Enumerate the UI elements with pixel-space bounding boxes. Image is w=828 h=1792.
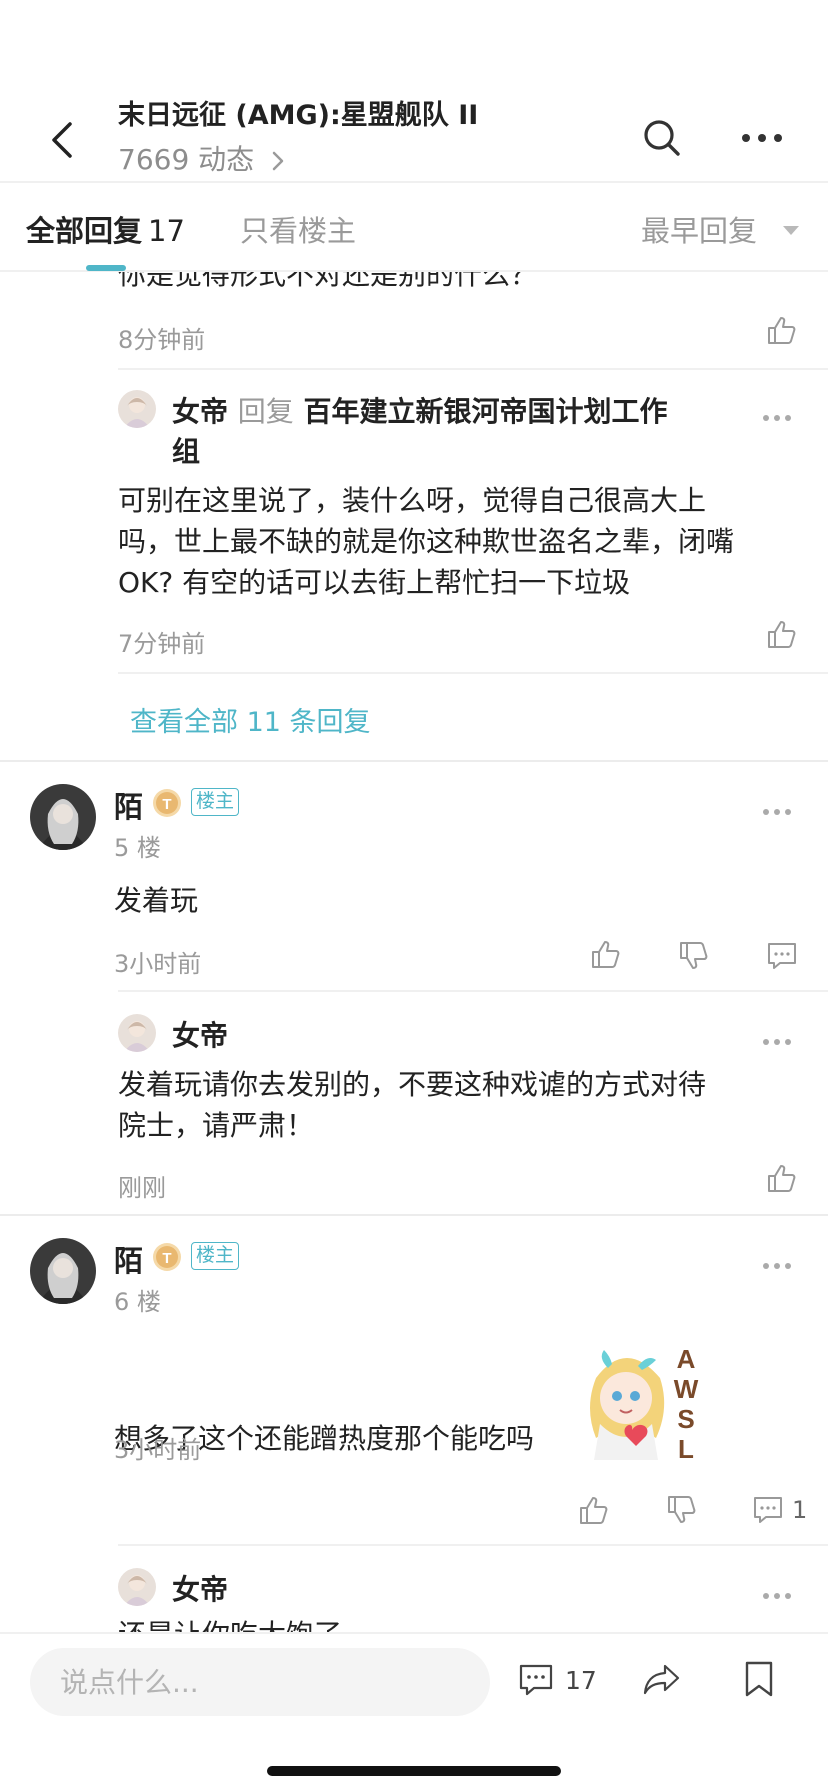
level-badge-icon: T — [153, 1243, 181, 1271]
forum-title[interactable]: 末日远征 (AMG):星盟舰队 II — [118, 93, 478, 132]
comment-icon[interactable] — [518, 1662, 554, 1698]
chevron-right-icon — [272, 151, 284, 171]
comment-icon[interactable] — [752, 1494, 784, 1526]
more-options-icon[interactable] — [740, 128, 784, 148]
reply-divider — [118, 990, 828, 992]
like-icon[interactable] — [766, 314, 798, 346]
tab-all-count: 17 — [148, 214, 185, 248]
post-divider — [0, 760, 828, 762]
owner-badge: 楼主 — [191, 1242, 240, 1270]
avatar[interactable] — [118, 1014, 156, 1052]
partial-reply-text: 你是觉得形式不对还是别的什么？ — [118, 272, 539, 291]
nav-divider — [0, 181, 828, 183]
reply-text-line: 吗，世上最不缺的就是你这种欺世盗名之辈，闭嘴 — [118, 525, 735, 558]
like-icon[interactable] — [766, 1162, 798, 1194]
reply-author[interactable]: 女帝 — [172, 395, 228, 428]
tab-all-replies[interactable]: 全部回复 17 — [26, 208, 185, 250]
reply-divider — [118, 672, 828, 674]
level-badge-icon: T — [153, 789, 181, 817]
reply-text-line: 院士，请严肃！ — [118, 1109, 315, 1142]
reply-text-line: 还是让你吃太饱了 — [118, 1614, 342, 1632]
active-tab-indicator — [86, 265, 126, 271]
more-options-icon[interactable] — [762, 1262, 792, 1270]
comment-icon[interactable] — [766, 940, 798, 972]
avatar[interactable] — [30, 1238, 96, 1304]
reply-divider — [118, 1544, 828, 1546]
like-icon[interactable] — [578, 1494, 610, 1526]
svg-text:T: T — [162, 796, 171, 813]
reply-time: 刚刚 — [118, 1174, 166, 1202]
sticker-text: A — [677, 1344, 696, 1374]
awsl-sticker[interactable]: A W S L — [574, 1338, 704, 1468]
dislike-icon[interactable] — [666, 1494, 698, 1526]
post-time: 3小时前 — [114, 1436, 202, 1464]
post-author[interactable]: 陌 — [114, 784, 143, 826]
comment-list: 你是觉得形式不对还是别的什么？ 8分钟前 女帝 回复 百年建立新银河帝国计划工作… — [0, 272, 828, 1632]
reply-author-line: 女帝 回复 百年建立新银河帝国计划工作 — [172, 390, 668, 430]
comment-count: 17 — [565, 1666, 597, 1695]
like-icon[interactable] — [590, 938, 622, 970]
comment-input[interactable] — [30, 1648, 490, 1716]
avatar[interactable] — [30, 784, 96, 850]
svg-text:T: T — [162, 1250, 171, 1267]
reply-word: 回复 — [237, 395, 294, 428]
bottom-action-bar: 17 — [0, 1632, 828, 1792]
like-icon[interactable] — [766, 618, 798, 650]
more-options-icon[interactable] — [762, 414, 792, 422]
tab-all-label: 全部回复 — [26, 214, 143, 248]
comment-count: 1 — [792, 1496, 808, 1524]
sort-dropdown[interactable]: 最早回复 — [641, 208, 757, 250]
reply-tab-bar: 全部回复 17 只看楼主 最早回复 — [0, 184, 828, 272]
reply-target-continued: 组 — [172, 435, 201, 468]
search-icon[interactable] — [642, 118, 682, 158]
caret-down-icon — [783, 226, 799, 235]
back-arrow-icon[interactable] — [44, 118, 80, 162]
reply-target[interactable]: 百年建立新银河帝国计划工作 — [304, 395, 668, 428]
post-text: 发着玩 — [114, 884, 199, 917]
post-author[interactable]: 陌 — [114, 1238, 143, 1280]
tab-owner-only[interactable]: 只看楼主 — [240, 208, 356, 250]
reply-text-line: 可别在这里说了，装什么呀，觉得自己很高大上 — [118, 484, 707, 517]
reply-author[interactable]: 女帝 — [172, 1014, 228, 1054]
bookmark-icon[interactable] — [744, 1660, 774, 1698]
svg-text:S: S — [677, 1404, 694, 1434]
reply-text-line: OK? 有空的话可以去街上帮忙扫一下垃圾 — [118, 566, 631, 599]
reply-author[interactable]: 女帝 — [172, 1568, 228, 1608]
activity-count: 7669 动态 — [118, 143, 255, 176]
post-divider — [0, 1214, 828, 1216]
post-time: 3小时前 — [114, 950, 202, 978]
avatar[interactable] — [118, 1568, 156, 1606]
more-options-icon[interactable] — [762, 808, 792, 816]
owner-badge: 楼主 — [191, 788, 240, 816]
floor-number: 5 楼 — [114, 834, 161, 862]
reply-divider — [118, 368, 828, 370]
forum-activity-link[interactable]: 7669 动态 — [118, 138, 285, 178]
view-all-replies-link[interactable]: 查看全部 11 条回复 — [130, 700, 371, 739]
reply-time: 8分钟前 — [118, 326, 206, 354]
svg-text:W: W — [674, 1374, 699, 1404]
avatar[interactable] — [118, 390, 156, 428]
more-options-icon[interactable] — [762, 1038, 792, 1046]
top-nav-bar: 末日远征 (AMG):星盟舰队 II 7669 动态 — [0, 0, 828, 183]
svg-text:L: L — [678, 1434, 694, 1464]
share-icon[interactable] — [643, 1662, 681, 1698]
more-options-icon[interactable] — [762, 1592, 792, 1600]
home-indicator[interactable] — [267, 1766, 561, 1776]
floor-number: 6 楼 — [114, 1288, 161, 1316]
dislike-icon[interactable] — [678, 940, 710, 972]
reply-text-line: 发着玩请你去发别的，不要这种戏谑的方式对待 — [118, 1068, 707, 1101]
reply-time: 7分钟前 — [118, 630, 206, 658]
